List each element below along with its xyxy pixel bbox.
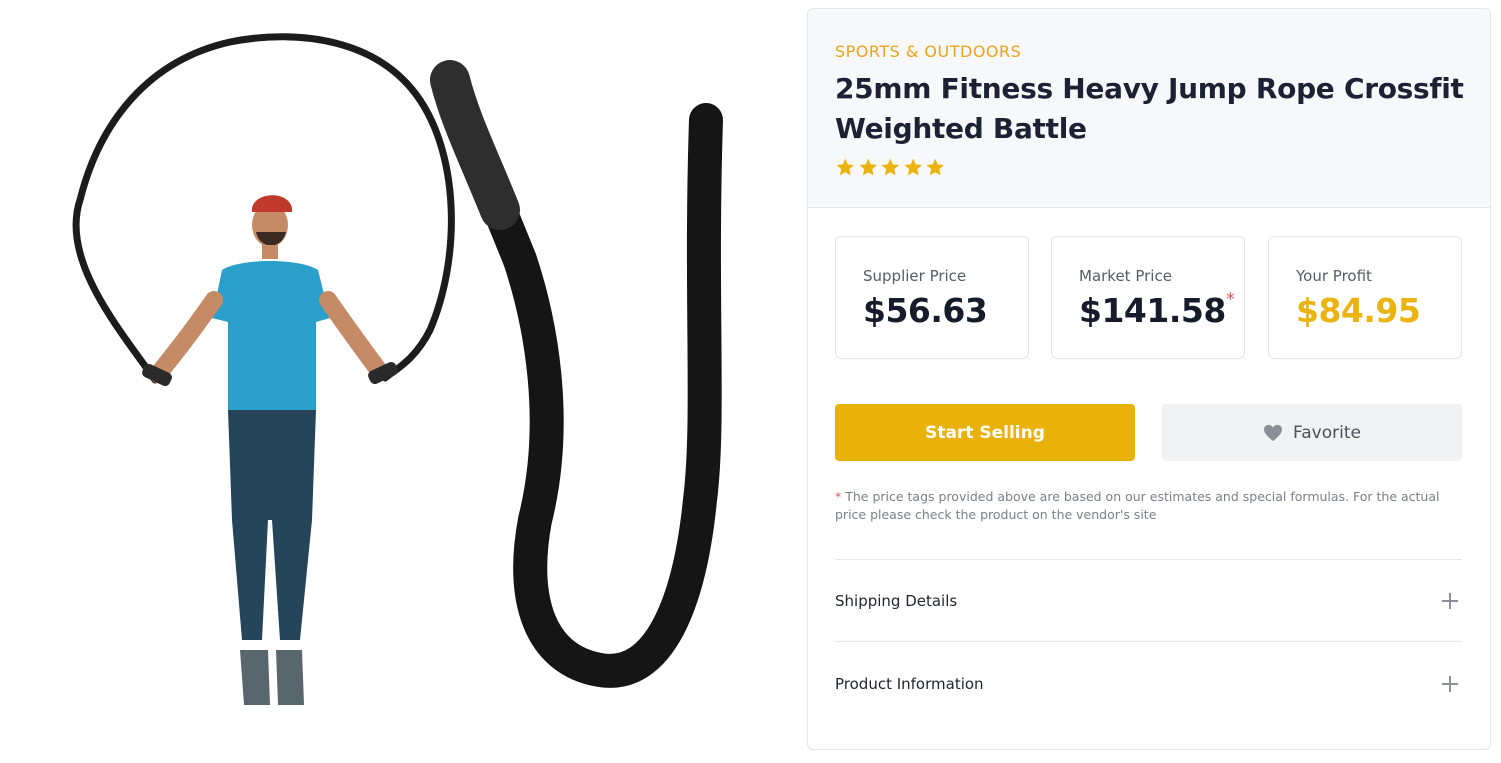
heart-icon bbox=[1264, 424, 1283, 441]
supplier-price-value: $56.63 bbox=[863, 291, 988, 330]
product-title: 25mm Fitness Heavy Jump Rope Crossfit We… bbox=[835, 72, 1464, 145]
product-category[interactable]: SPORTS & OUTDOORS bbox=[835, 42, 1021, 61]
product-image bbox=[0, 0, 790, 763]
plus-icon[interactable] bbox=[1442, 676, 1458, 692]
accordion-label: Shipping Details bbox=[835, 592, 958, 610]
start-selling-button[interactable]: Start Selling bbox=[835, 404, 1135, 461]
profit-label: Your Profit bbox=[1296, 267, 1372, 285]
star-icon bbox=[926, 158, 944, 176]
start-selling-label: Start Selling bbox=[925, 422, 1045, 443]
market-price-value: $141.58 bbox=[1079, 291, 1226, 330]
accordion-label: Product Information bbox=[835, 675, 984, 693]
star-icon bbox=[836, 158, 854, 176]
divider bbox=[835, 641, 1462, 642]
rating-stars bbox=[835, 157, 946, 179]
supplier-price-card: Supplier Price $56.63 bbox=[835, 236, 1029, 359]
market-price-card: Market Price $141.58* bbox=[1051, 236, 1245, 359]
divider bbox=[835, 559, 1462, 560]
product-details-panel: SPORTS & OUTDOORS 25mm Fitness Heavy Jum… bbox=[807, 8, 1491, 750]
accordion-product-information[interactable]: Product Information bbox=[835, 654, 1462, 714]
price-disclaimer: * The price tags provided above are base… bbox=[835, 488, 1465, 524]
profit-card: Your Profit $84.95 bbox=[1268, 236, 1462, 359]
market-price-value-wrap: $141.58* bbox=[1079, 289, 1235, 330]
profit-value: $84.95 bbox=[1296, 291, 1421, 330]
product-photo bbox=[72, 33, 723, 705]
star-icon bbox=[904, 158, 922, 176]
favorite-button[interactable]: Favorite bbox=[1162, 404, 1462, 461]
accordion-shipping-details[interactable]: Shipping Details bbox=[835, 571, 1462, 631]
supplier-price-label: Supplier Price bbox=[863, 267, 967, 285]
market-price-asterisk: * bbox=[1225, 289, 1235, 310]
market-price-label: Market Price bbox=[1079, 267, 1172, 285]
product-header: SPORTS & OUTDOORS 25mm Fitness Heavy Jum… bbox=[808, 9, 1490, 208]
star-icon bbox=[859, 158, 877, 176]
price-cards: Supplier Price $56.63 Market Price $141.… bbox=[835, 236, 1462, 360]
plus-icon[interactable] bbox=[1442, 593, 1458, 609]
star-icon bbox=[881, 158, 899, 176]
disclaimer-text: The price tags provided above are based … bbox=[835, 489, 1440, 522]
favorite-label: Favorite bbox=[1293, 422, 1361, 443]
